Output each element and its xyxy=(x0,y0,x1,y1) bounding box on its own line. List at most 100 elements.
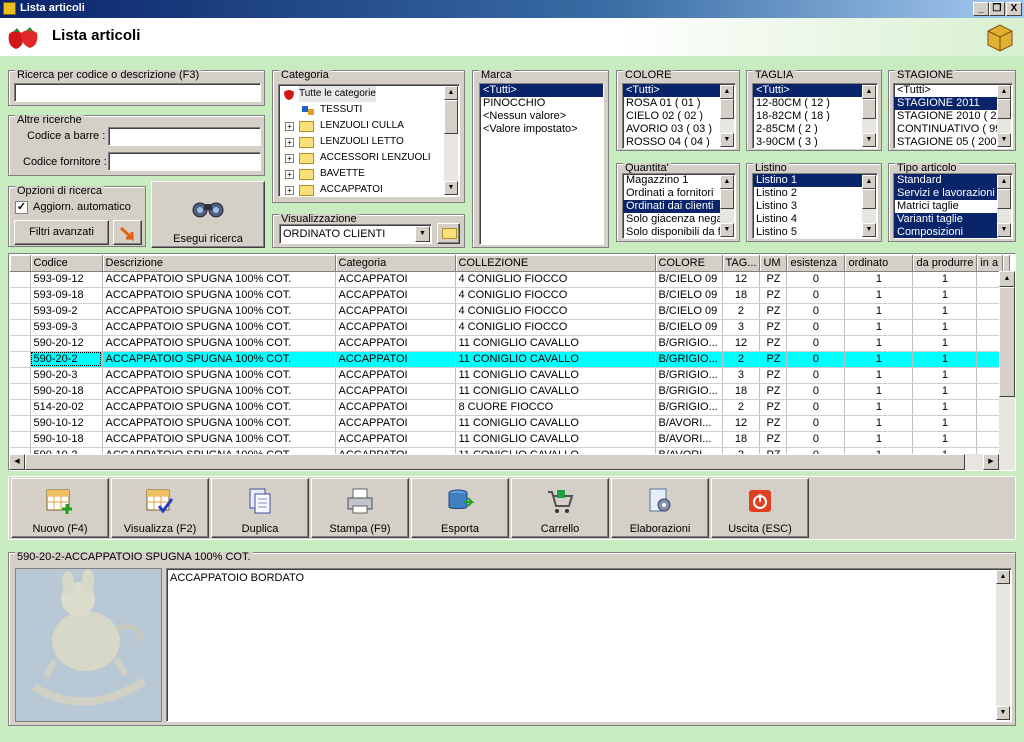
supplier-code-input[interactable] xyxy=(108,152,261,171)
scroll-down-icon[interactable]: ▼ xyxy=(997,223,1011,237)
articles-table[interactable]: Codice Descrizione Categoria COLLEZIONE COLO… xyxy=(8,253,1016,471)
stagione-option[interactable]: <Tutti> xyxy=(894,84,997,97)
colore-option[interactable]: CIELO 02 ( 02 ) xyxy=(623,110,720,123)
listino-option[interactable]: Listino 4 xyxy=(753,213,862,226)
quantita-option[interactable]: Magazzino 1 xyxy=(623,174,720,187)
scroll-right-icon[interactable]: ▶ xyxy=(983,454,999,470)
new-button[interactable]: Nuovo (F4) xyxy=(11,478,109,538)
colore-option[interactable]: ROSSO 04 ( 04 ) xyxy=(623,136,720,148)
column-header[interactable]: COLLEZIONE xyxy=(455,255,656,272)
column-header[interactable]: esistenza xyxy=(786,255,846,272)
restore-button[interactable]: ❐ xyxy=(989,2,1005,16)
tree-expand-icon[interactable]: + xyxy=(285,138,294,147)
quantity-list[interactable]: Magazzino 1 Ordinati a fornitori Ordinati … xyxy=(622,173,736,239)
quantita-scrollbar[interactable]: ▲ ▼ xyxy=(720,175,734,237)
color-list[interactable]: <Tutti> ROSA 01 ( 01 ) CIELO 02 ( 02 ) AVOR… xyxy=(622,83,736,149)
search-input[interactable] xyxy=(14,83,261,102)
marca-option[interactable]: <Valore impostato> xyxy=(480,123,603,136)
table-horizontal-scrollbar[interactable]: ◀ ▶ xyxy=(9,454,1015,470)
taglia-option[interactable]: 3-90CM ( 3 ) xyxy=(753,136,862,148)
stagione-option[interactable]: STAGIONE 2010 ( 20 xyxy=(894,110,997,123)
taglia-option[interactable]: 18-82CM ( 18 ) xyxy=(753,110,862,123)
filter-arrow-button[interactable] xyxy=(113,220,142,245)
column-header[interactable]: in a xyxy=(976,255,1004,272)
row-selector[interactable] xyxy=(10,303,31,320)
size-list[interactable]: <Tutti> 12-80CM ( 12 ) 18-82CM ( 18 ) 2-85C… xyxy=(752,83,878,149)
tree-item-lenzuoli-culla[interactable]: LENZUOLI CULLA xyxy=(320,118,404,134)
listino-option[interactable]: Listino 5 xyxy=(753,226,862,238)
processing-button[interactable]: Elaborazioni xyxy=(611,478,709,538)
barcode-input[interactable] xyxy=(108,127,261,146)
colore-option[interactable]: ROSA 01 ( 01 ) xyxy=(623,97,720,110)
execute-search-button[interactable]: Esegui ricerca xyxy=(151,181,265,248)
print-button[interactable]: Stampa (F9) xyxy=(311,478,409,538)
cart-button[interactable]: Carrello xyxy=(511,478,609,538)
table-row[interactable]: 590-20-18 ACCAPPATOIO SPUGNA 100% COT. ACC… xyxy=(10,383,1011,400)
column-header[interactable]: COLORE xyxy=(655,255,723,272)
table-row[interactable]: 593-09-3 ACCAPPATOIO SPUGNA 100% COT. ACCA… xyxy=(10,319,1011,336)
scroll-down-icon[interactable]: ▼ xyxy=(720,133,734,147)
table-row[interactable]: 590-20-3 ACCAPPATOIO SPUGNA 100% COT. ACCA… xyxy=(10,367,1011,384)
colore-option[interactable]: <Tutti> xyxy=(623,84,720,97)
tree-expand-icon[interactable]: + xyxy=(285,170,294,179)
tree-expand-icon[interactable]: + xyxy=(285,154,294,163)
column-header[interactable]: da produrre xyxy=(912,255,978,272)
taglia-option[interactable]: 2-85CM ( 2 ) xyxy=(753,123,862,136)
listino-scrollbar[interactable]: ▲ ▼ xyxy=(862,175,876,237)
column-header[interactable]: Descrizione xyxy=(102,255,336,272)
colore-option[interactable]: AVORIO 03 ( 03 ) xyxy=(623,123,720,136)
row-selector[interactable] xyxy=(10,271,31,288)
price-list[interactable]: Listino 1 Listino 2 Listino 3 Listino 4 List… xyxy=(752,173,878,239)
category-tree[interactable]: Tutte le categorie TESSUTI + LENZUOLI CU… xyxy=(278,84,460,197)
marca-option[interactable]: <Nessun valore> xyxy=(480,110,603,123)
tree-item-bavette[interactable]: BAVETTE xyxy=(320,166,365,182)
scroll-left-icon[interactable]: ◀ xyxy=(9,454,25,470)
scroll-up-icon[interactable]: ▲ xyxy=(720,85,734,99)
listino-option[interactable]: Listino 1 xyxy=(753,174,862,187)
tipo-option[interactable]: Matrici taglie xyxy=(894,200,997,213)
row-selector[interactable] xyxy=(10,367,31,384)
advanced-filters-button[interactable]: Filtri avanzati xyxy=(14,220,109,245)
quantita-option[interactable]: Ordinati dai clienti xyxy=(623,200,720,213)
row-selector[interactable] xyxy=(10,319,31,336)
tree-item-tessuti[interactable]: TESSUTI xyxy=(320,102,362,118)
quantita-option[interactable]: Ordinati a fornitori xyxy=(623,187,720,200)
tipo-option[interactable]: Standard xyxy=(894,174,997,187)
table-row[interactable]: 590-10-18 ACCAPPATOIO SPUGNA 100% COT. ACC… xyxy=(10,431,1011,448)
column-header[interactable]: Codice xyxy=(30,255,103,272)
stagione-option[interactable]: CONTINUATIVO ( 99 xyxy=(894,123,997,136)
column-header[interactable]: ordinato xyxy=(844,255,914,272)
tree-expand-icon[interactable]: + xyxy=(285,122,294,131)
scroll-down-icon[interactable]: ▼ xyxy=(997,133,1011,147)
article-type-list[interactable]: Standard Servizi e lavorazioni Matrici tag… xyxy=(893,173,1013,239)
scroll-up-icon[interactable]: ▲ xyxy=(997,175,1011,189)
row-selector[interactable] xyxy=(10,399,31,416)
auto-update-checkbox[interactable]: ✓ xyxy=(15,201,28,214)
row-selector[interactable] xyxy=(10,383,31,400)
row-selector[interactable] xyxy=(10,287,31,304)
table-row[interactable]: 514-20-02 ACCAPPATOIO SPUGNA 100% COT. ACC… xyxy=(10,399,1011,416)
table-row[interactable]: 593-09-18 ACCAPPATOIO SPUGNA 100% COT. ACC… xyxy=(10,287,1011,304)
listino-option[interactable]: Listino 3 xyxy=(753,200,862,213)
table-row[interactable]: 590-10-12 ACCAPPATOIO SPUGNA 100% COT. ACC… xyxy=(10,415,1011,432)
row-selector[interactable] xyxy=(10,415,31,432)
season-list[interactable]: <Tutti> STAGIONE 2011 STAGIONE 2010 ( 20 CO… xyxy=(893,83,1013,149)
chevron-down-icon[interactable]: ▼ xyxy=(415,226,430,242)
table-row[interactable]: 593-09-12 ACCAPPATOIO SPUGNA 100% COT. ACC… xyxy=(10,271,1011,288)
quantita-option[interactable]: Solo disponibili da fo xyxy=(623,226,720,238)
exit-button[interactable]: Uscita (ESC) xyxy=(711,478,809,538)
scroll-down-icon[interactable]: ▼ xyxy=(996,706,1010,720)
close-button[interactable]: X xyxy=(1006,2,1022,16)
tree-root[interactable]: Tutte le categorie xyxy=(299,86,376,102)
tipo-option[interactable]: Varianti taglie xyxy=(894,213,997,226)
quantita-option[interactable]: Solo giacenza nega xyxy=(623,213,720,226)
export-button[interactable]: Esporta xyxy=(411,478,509,538)
row-selector[interactable] xyxy=(10,351,31,368)
table-vertical-scrollbar[interactable]: ▲ xyxy=(999,271,1015,454)
row-selector[interactable] xyxy=(10,431,31,448)
minimize-button[interactable]: _ xyxy=(973,2,989,16)
listino-option[interactable]: Listino 2 xyxy=(753,187,862,200)
scroll-up-icon[interactable]: ▲ xyxy=(444,86,458,100)
detail-scrollbar[interactable]: ▲ ▼ xyxy=(996,570,1010,720)
tree-item-lenzuoli-letto[interactable]: LENZUOLI LETTO xyxy=(320,134,404,150)
